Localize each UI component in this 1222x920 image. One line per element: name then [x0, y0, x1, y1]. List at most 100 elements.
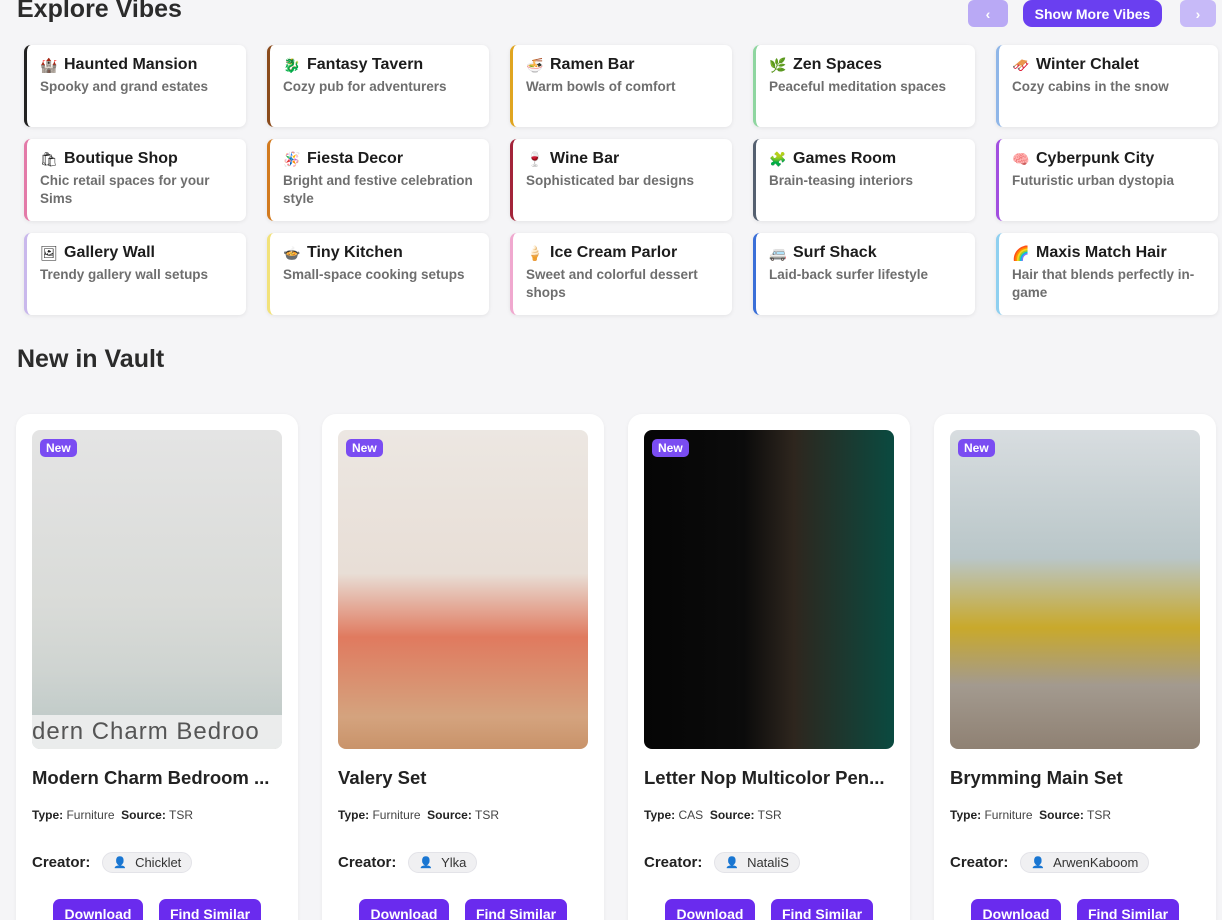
vibe-description: Laid-back surfer lifestyle: [769, 267, 929, 282]
vibe-card[interactable]: 🪅 Fiesta Decor Bright and festive celebrat…: [267, 139, 489, 221]
vibe-name: Tiny Kitchen: [307, 244, 403, 261]
item-title[interactable]: Modern Charm Bedroom ...: [32, 767, 282, 789]
download-button[interactable]: Download: [359, 899, 449, 920]
creator-name: Chicklet: [135, 855, 182, 870]
vibe-description: Trendy gallery wall setups: [40, 267, 209, 282]
vibe-description: Warm bowls of comfort: [526, 79, 676, 94]
vibe-icon: 🌿: [769, 57, 787, 73]
vibes-prev-button[interactable]: ‹: [968, 0, 1008, 27]
source-value: TSR: [474, 808, 499, 822]
creator-row: Creator: 👤 Chicklet: [32, 852, 282, 873]
creator-name: Ylka: [441, 855, 467, 870]
type-value: CAS: [678, 808, 704, 822]
vibe-description: Chic retail spaces for your Sims: [40, 173, 210, 206]
type-label: Type:: [338, 808, 370, 822]
type-label: Type:: [950, 808, 982, 822]
vibe-name: Cyberpunk City: [1036, 150, 1155, 167]
creator-label: Creator:: [338, 854, 397, 871]
item-title[interactable]: Brymming Main Set: [950, 767, 1200, 789]
vibe-name: Winter Chalet: [1036, 56, 1139, 73]
vibe-name: Fantasy Tavern: [307, 56, 424, 73]
vibe-card-head: 🍲 Tiny Kitchen: [283, 244, 477, 262]
vibe-name: Surf Shack: [793, 244, 877, 261]
vibe-icon: 🧠: [1012, 151, 1030, 167]
creator-chip[interactable]: 👤 Chicklet: [102, 852, 193, 873]
vibe-card-head: 🪅 Fiesta Decor: [283, 150, 477, 168]
source-label: Source:: [709, 808, 755, 822]
vibe-name: Ice Cream Parlor: [550, 244, 678, 261]
vibe-card[interactable]: 🍷 Wine Bar Sophisticated bar designs: [510, 139, 732, 221]
creator-chip[interactable]: 👤 NataliS: [714, 852, 800, 873]
vibe-icon: 🍷: [526, 151, 544, 167]
vault-item-card: New Valery Set Type: Furniture Source: TSR…: [322, 414, 604, 920]
vibe-description: Brain-teasing interiors: [769, 173, 914, 188]
vibe-card[interactable]: 🛍 Boutique Shop Chic retail spaces for you…: [24, 139, 246, 221]
thumbnail-caption: dern Charm Bedroo: [32, 715, 282, 749]
vibe-name: Maxis Match Hair: [1036, 244, 1167, 261]
item-actions: Download Find Similar: [338, 899, 588, 920]
vibe-icon: 🛷: [1012, 57, 1030, 73]
item-thumbnail[interactable]: New: [950, 430, 1200, 749]
vibe-card[interactable]: 🛷 Winter Chalet Cozy cabins in the snow: [996, 45, 1218, 127]
vibe-description: Hair that blends perfectly in-game: [1012, 267, 1195, 300]
source-value: TSR: [168, 808, 193, 822]
creator-name: ArwenKaboom: [1053, 855, 1139, 870]
vibe-card[interactable]: 🌿 Zen Spaces Peaceful meditation spaces: [753, 45, 975, 127]
item-thumbnail[interactable]: New dern Charm Bedroo: [32, 430, 282, 749]
find-similar-button[interactable]: Find Similar: [771, 899, 873, 920]
vibe-description: Sweet and colorful dessert shops: [526, 267, 698, 300]
vibe-description: Bright and festive celebration style: [283, 173, 473, 206]
vibe-card[interactable]: 🍜 Ramen Bar Warm bowls of comfort: [510, 45, 732, 127]
vibe-card[interactable]: 🌈 Maxis Match Hair Hair that blends perfec…: [996, 233, 1218, 315]
vibe-card[interactable]: 🍦 Ice Cream Parlor Sweet and colorful dess…: [510, 233, 732, 315]
vibe-name: Games Room: [793, 150, 897, 167]
item-actions: Download Find Similar: [644, 899, 894, 920]
vibe-card[interactable]: 🖼 Gallery Wall Trendy gallery wall setups: [24, 233, 246, 315]
vibe-card-head: 🍦 Ice Cream Parlor: [526, 244, 720, 262]
vibe-card[interactable]: 🚐 Surf Shack Laid-back surfer lifestyle: [753, 233, 975, 315]
vibe-icon: 🖼: [40, 245, 58, 261]
download-button[interactable]: Download: [53, 899, 143, 920]
vibes-next-button[interactable]: ›: [1180, 0, 1216, 27]
download-button[interactable]: Download: [665, 899, 755, 920]
creator-chip[interactable]: 👤 Ylka: [408, 852, 478, 873]
user-icon: 👤: [419, 857, 434, 869]
source-value: TSR: [757, 808, 782, 822]
vibe-name: Ramen Bar: [550, 56, 635, 73]
type-value: Furniture: [66, 808, 115, 822]
section-title-vault: New in Vault: [17, 345, 165, 373]
item-title[interactable]: Letter Nop Multicolor Pen...: [644, 767, 894, 789]
vibe-icon: 🍜: [526, 57, 544, 73]
creator-chip[interactable]: 👤 ArwenKaboom: [1020, 852, 1150, 873]
vibe-card[interactable]: 🧩 Games Room Brain-teasing interiors: [753, 139, 975, 221]
creator-row: Creator: 👤 Ylka: [338, 852, 588, 873]
item-thumbnail[interactable]: New: [644, 430, 894, 749]
source-value: TSR: [1086, 808, 1111, 822]
vibe-card[interactable]: 🐉 Fantasy Tavern Cozy pub for adventurers: [267, 45, 489, 127]
vibe-icon: 🚐: [769, 245, 787, 261]
vibe-card-head: 🛍 Boutique Shop: [40, 150, 234, 168]
find-similar-button[interactable]: Find Similar: [159, 899, 261, 920]
vibe-icon: 🧩: [769, 151, 787, 167]
vibe-card[interactable]: 🍲 Tiny Kitchen Small-space cooking setups: [267, 233, 489, 315]
vault-item-card: New Letter Nop Multicolor Pen... Type: CAS…: [628, 414, 910, 920]
download-button[interactable]: Download: [971, 899, 1061, 920]
find-similar-button[interactable]: Find Similar: [1077, 899, 1179, 920]
vibe-card-head: 🧩 Games Room: [769, 150, 963, 168]
item-meta: Type: CAS Source: TSR: [644, 808, 894, 822]
creator-row: Creator: 👤 ArwenKaboom: [950, 852, 1200, 873]
find-similar-button[interactable]: Find Similar: [465, 899, 567, 920]
item-thumbnail[interactable]: New: [338, 430, 588, 749]
source-label: Source:: [427, 808, 472, 822]
vibe-icon: 🏰: [40, 57, 58, 73]
item-actions: Download Find Similar: [32, 899, 282, 920]
vibe-description: Cozy pub for adventurers: [283, 79, 447, 94]
vibe-card[interactable]: 🏰 Haunted Mansion Spooky and grand estates: [24, 45, 246, 127]
vibe-card-head: 🌈 Maxis Match Hair: [1012, 244, 1206, 262]
show-more-vibes-button[interactable]: Show More Vibes: [1023, 0, 1162, 27]
vibe-icon: 🍲: [283, 245, 301, 261]
vibes-grid: 🏰 Haunted Mansion Spooky and grand estates…: [24, 45, 1219, 315]
item-title[interactable]: Valery Set: [338, 767, 588, 789]
creator-label: Creator:: [644, 854, 703, 871]
vibe-card[interactable]: 🧠 Cyberpunk City Futuristic urban dystopia: [996, 139, 1218, 221]
